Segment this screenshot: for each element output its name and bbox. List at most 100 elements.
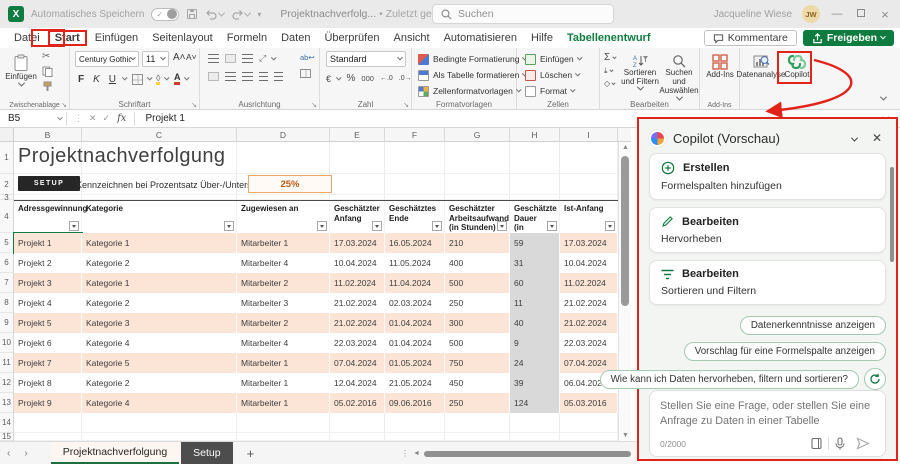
column-header-f[interactable]: F xyxy=(385,128,445,141)
cell-gesch-tzter-arbeitsaufwand-in-stunden[interactable]: 250 xyxy=(445,293,510,313)
ribbon-tab-einf-gen[interactable]: Einfügen xyxy=(89,31,144,45)
cell-gesch-tztes-ende[interactable]: 16.05.2024 xyxy=(385,233,445,253)
cell-gesch-tztes-ende[interactable]: 21.05.2024 xyxy=(385,373,445,393)
filter-dropdown-icon[interactable] xyxy=(432,221,442,231)
vertical-scrollbar[interactable]: ▲ ▼ xyxy=(618,142,631,441)
refresh-suggestion-button[interactable] xyxy=(864,368,886,390)
dialog-launcher-icon[interactable]: ↘ xyxy=(403,101,409,109)
cell-zugewiesen-an[interactable]: Mitarbeiter 2 xyxy=(237,273,330,293)
cell-kategorie[interactable]: Kategorie 3 xyxy=(82,313,237,333)
grid-cell[interactable] xyxy=(385,433,445,441)
autosum-icon[interactable]: Σ xyxy=(604,52,616,63)
ribbon-tab-berpr-fen[interactable]: Überprüfen xyxy=(318,31,385,45)
prompt-guide-icon[interactable] xyxy=(805,437,828,450)
cell-zugewiesen-an[interactable]: Mitarbeiter 1 xyxy=(237,373,330,393)
column-header-i[interactable]: I xyxy=(560,128,618,141)
cell-gesch-tzter-anfang[interactable]: 05.02.2016 xyxy=(330,393,385,413)
row-header-13[interactable]: 13 xyxy=(0,393,13,413)
enter-icon[interactable]: ✓ xyxy=(100,113,114,124)
cell-gesch-tzter-arbeitsaufwand-in-stunden[interactable]: 210 xyxy=(445,233,510,253)
column-header-h[interactable]: H xyxy=(510,128,560,141)
cell-gesch-tztes-ende[interactable]: 01.04.2024 xyxy=(385,313,445,333)
copy-icon[interactable] xyxy=(42,66,53,77)
currency-format-icon[interactable]: € xyxy=(326,74,331,84)
cell-gesch-tzte-dauer-in-tagen[interactable]: 39 xyxy=(510,373,560,393)
table-header-adressgewinnung[interactable]: Adressgewinnung xyxy=(14,201,82,233)
grid-cell[interactable] xyxy=(237,413,330,433)
wrap-text-icon[interactable]: ab↩ xyxy=(300,53,315,62)
cell-kategorie[interactable]: Kategorie 2 xyxy=(82,373,237,393)
cell-gesch-tzte-dauer-in-tagen[interactable]: 24 xyxy=(510,353,560,373)
formula-content[interactable]: Projekt 1 xyxy=(139,113,184,124)
row-header-7[interactable]: 7 xyxy=(0,273,13,293)
cell-gesch-tzte-dauer-in-tagen[interactable]: 31 xyxy=(510,253,560,273)
italic-button[interactable]: K xyxy=(91,74,102,85)
cell-gesch-tzte-dauer-in-tagen[interactable]: 59 xyxy=(510,233,560,253)
cell-gesch-tzter-arbeitsaufwand-in-stunden[interactable]: 750 xyxy=(445,353,510,373)
ribbon-tab-ansicht[interactable]: Ansicht xyxy=(387,31,435,45)
percent-format-icon[interactable]: % xyxy=(347,73,356,84)
cell-adressgewinnung[interactable]: Projekt 8 xyxy=(14,373,82,393)
cell-gesch-tzter-arbeitsaufwand-in-stunden[interactable]: 300 xyxy=(445,313,510,333)
find-select-button[interactable]: Suchen und Auswählen xyxy=(658,50,700,101)
cell-gesch-tzte-dauer-in-tagen[interactable]: 11 xyxy=(510,293,560,313)
next-sheet-icon[interactable]: › xyxy=(17,448,34,459)
align-middle-icon[interactable] xyxy=(225,54,236,63)
cell-zugewiesen-an[interactable]: Mitarbeiter 1 xyxy=(237,233,330,253)
sheet-tab-projektnachverfolgung[interactable]: Projektnachverfolgung xyxy=(51,442,179,464)
cell-gesch-tzter-arbeitsaufwand-in-stunden[interactable]: 250 xyxy=(445,393,510,413)
grid-cell[interactable] xyxy=(560,413,618,433)
cell-gesch-tzte-dauer-in-tagen[interactable]: 60 xyxy=(510,273,560,293)
cell-gesch-tzter-anfang[interactable]: 07.04.2024 xyxy=(330,353,385,373)
comma-format-icon[interactable]: 000 xyxy=(361,74,374,83)
grid-cell[interactable] xyxy=(385,142,445,174)
increase-decimal-icon[interactable]: ←.0 xyxy=(380,75,393,82)
cell-gesch-tztes-ende[interactable]: 11.05.2024 xyxy=(385,253,445,273)
cell-kategorie[interactable]: Kategorie 5 xyxy=(82,353,237,373)
grid-cell[interactable] xyxy=(510,174,560,195)
row-header-4[interactable]: 4 xyxy=(0,200,13,233)
filter-dropdown-icon[interactable] xyxy=(317,221,327,231)
grid-cell[interactable] xyxy=(560,433,618,441)
share-button[interactable]: Freigeben xyxy=(803,30,894,46)
horizontal-scrollbar[interactable]: ⋮◄ xyxy=(401,450,631,457)
filter-dropdown-icon[interactable] xyxy=(497,221,507,231)
filter-dropdown-icon[interactable] xyxy=(372,221,382,231)
grid-cell[interactable] xyxy=(237,433,330,441)
increase-indent-icon[interactable] xyxy=(274,72,283,81)
threshold-value[interactable]: 25% xyxy=(248,175,332,193)
row-header-5[interactable]: 5 xyxy=(0,233,13,253)
cut-icon[interactable]: ✂ xyxy=(42,51,53,62)
minimize-button[interactable]: — xyxy=(830,8,844,20)
grid-cell[interactable] xyxy=(510,142,560,174)
close-button[interactable]: × xyxy=(878,7,892,22)
cell-gesch-tzter-anfang[interactable]: 22.03.2024 xyxy=(330,333,385,353)
grid-cell[interactable] xyxy=(385,413,445,433)
font-family-select[interactable]: Century Gothic xyxy=(75,51,139,67)
align-top-icon[interactable] xyxy=(208,54,219,63)
cell-gesch-tzter-arbeitsaufwand-in-stunden[interactable]: 500 xyxy=(445,273,510,293)
copilot-card-formelspalten-hinzuf-gen[interactable]: ErstellenFormelspalten hinzufügen xyxy=(649,153,886,200)
copilot-input[interactable]: Stellen Sie eine Frage, oder stellen Sie… xyxy=(649,390,886,457)
cell-zugewiesen-an[interactable]: Mitarbeiter 1 xyxy=(237,353,330,373)
cell-zugewiesen-an[interactable]: Mitarbeiter 2 xyxy=(237,313,330,333)
cell-gesch-tzter-arbeitsaufwand-in-stunden[interactable]: 450 xyxy=(445,373,510,393)
underline-button[interactable]: U xyxy=(107,74,118,85)
select-all-corner[interactable] xyxy=(0,128,14,141)
orientation-icon[interactable]: ⤢ xyxy=(259,53,266,64)
collapse-ribbon-icon[interactable] xyxy=(881,93,886,103)
table-header-ist-anfang[interactable]: Ist-Anfang xyxy=(560,201,618,233)
grid-cell[interactable] xyxy=(445,433,510,441)
bold-button[interactable]: F xyxy=(76,74,86,85)
column-header-d[interactable]: D xyxy=(237,128,330,141)
search-input[interactable]: Suchen xyxy=(432,4,614,24)
cell-ist-anfang[interactable]: 21.02.2024 xyxy=(560,313,618,333)
filter-dropdown-icon[interactable] xyxy=(605,221,615,231)
cell-gesch-tztes-ende[interactable]: 01.05.2024 xyxy=(385,353,445,373)
dialog-launcher-icon[interactable]: ↘ xyxy=(61,101,67,109)
column-header-e[interactable]: E xyxy=(330,128,385,141)
cell-kategorie[interactable]: Kategorie 1 xyxy=(82,273,237,293)
cell-adressgewinnung[interactable]: Projekt 7 xyxy=(14,353,82,373)
grid-cell[interactable] xyxy=(445,174,510,195)
data-analysis-button[interactable]: Datenanalyse xyxy=(743,50,779,79)
